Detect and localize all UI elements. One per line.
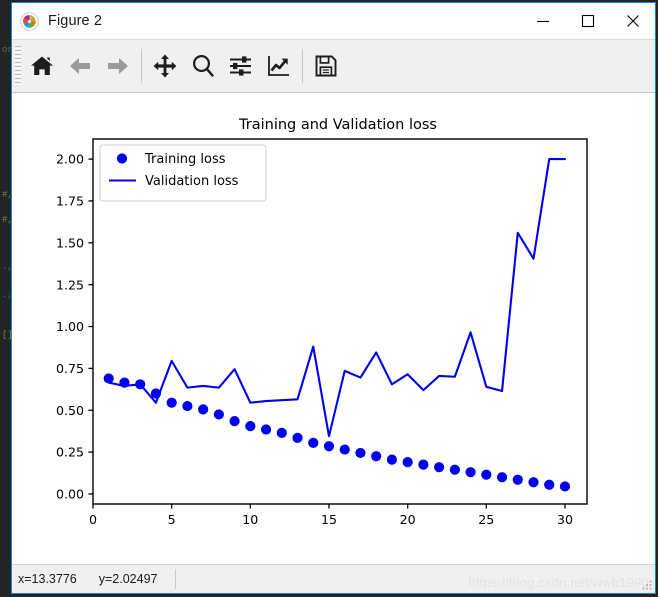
- cursor-y-readout: y=2.02497: [98, 572, 158, 586]
- training-loss-point: [119, 377, 130, 388]
- close-button[interactable]: [610, 3, 655, 39]
- training-loss-point: [339, 444, 350, 455]
- training-loss-point: [559, 481, 571, 492]
- training-loss-point: [402, 457, 413, 468]
- title-bar[interactable]: Figure 2: [12, 3, 655, 39]
- legend-marker-dot: [116, 153, 128, 164]
- training-loss-point: [198, 404, 209, 415]
- y-tick-label: 0.75: [56, 361, 84, 376]
- x-tick-label: 30: [557, 512, 573, 527]
- window-controls: [520, 3, 655, 39]
- matplotlib-logo-icon: [20, 11, 39, 31]
- resize-grip-icon[interactable]: [641, 579, 653, 591]
- training-loss-point: [213, 409, 224, 420]
- navigation-toolbar: [12, 39, 655, 93]
- y-tick-label: 0.50: [56, 403, 84, 418]
- x-tick-label: 5: [168, 512, 176, 527]
- minimize-button[interactable]: [520, 3, 565, 39]
- edit-axis-curve-icon: [268, 56, 289, 76]
- training-loss-point: [276, 427, 287, 438]
- configure-subplots-button[interactable]: [222, 45, 260, 87]
- y-tick-label: 2.00: [56, 152, 84, 167]
- training-loss-point: [371, 451, 382, 462]
- zoom-magnifier-icon: [192, 54, 214, 77]
- training-loss-point: [103, 373, 114, 384]
- figure-window: Figure 2 Training and Validation loss 0.…: [11, 2, 656, 594]
- training-loss-point: [182, 400, 193, 412]
- configure-subplots-icon: [230, 56, 251, 76]
- y-tick-label: 1.25: [56, 277, 84, 292]
- zoom-button[interactable]: [184, 45, 222, 87]
- training-loss-point: [418, 459, 429, 470]
- pan-move-icon: [153, 54, 177, 78]
- matplotlib-axes[interactable]: Training and Validation loss 0.00 0.25 0.5…: [12, 93, 655, 539]
- y-tick-label: 0.00: [56, 487, 84, 502]
- pan-button[interactable]: [146, 45, 184, 87]
- training-loss-point: [260, 424, 272, 435]
- home-button[interactable]: [23, 45, 61, 87]
- training-loss-point: [496, 472, 508, 483]
- training-loss-point: [528, 477, 539, 488]
- training-loss-point: [465, 467, 476, 478]
- training-loss-point: [544, 479, 555, 490]
- legend-label: Training loss: [144, 152, 226, 167]
- x-tick-label: 0: [89, 512, 97, 527]
- window-title: Figure 2: [48, 13, 102, 29]
- training-loss-point: [245, 421, 256, 432]
- y-tick-label: 1.75: [56, 194, 84, 209]
- x-tick-label: 25: [478, 512, 494, 527]
- training-loss-point: [386, 454, 398, 465]
- save-floppy-icon: [315, 55, 337, 77]
- y-tick-label: 1.50: [56, 235, 84, 250]
- toolbar-separator: [302, 49, 303, 83]
- training-loss-point: [229, 416, 240, 427]
- y-tick-label: 1.00: [56, 319, 84, 334]
- y-tick-label: 0.25: [56, 445, 84, 460]
- status-separator: [175, 569, 177, 589]
- close-icon: [626, 15, 639, 27]
- x-axis-ticks: 0 5 10 15 20 25 30: [89, 504, 573, 527]
- training-loss-point: [434, 462, 445, 473]
- training-loss-point: [481, 469, 492, 480]
- training-loss-point: [512, 474, 523, 485]
- toolbar-separator: [141, 49, 142, 83]
- training-loss-point: [308, 437, 319, 448]
- x-tick-label: 20: [400, 512, 416, 527]
- training-loss-point: [150, 388, 162, 399]
- toolbar-drag-grip[interactable]: [15, 46, 21, 86]
- back-button[interactable]: [61, 45, 99, 87]
- training-loss-point: [166, 397, 177, 408]
- legend-label: Validation loss: [145, 174, 239, 189]
- maximize-icon: [581, 14, 594, 28]
- training-loss-point: [449, 464, 460, 475]
- training-loss-point: [355, 447, 366, 459]
- edit-parameters-button[interactable]: [260, 45, 298, 87]
- training-loss-point: [135, 379, 146, 390]
- cursor-x-readout: x=13.3776: [18, 572, 77, 586]
- training-loss-point: [323, 441, 335, 452]
- home-icon: [31, 56, 53, 75]
- back-arrow-icon: [70, 58, 90, 74]
- forward-arrow-icon: [108, 58, 128, 74]
- save-button[interactable]: [307, 45, 345, 87]
- forward-button[interactable]: [99, 45, 137, 87]
- chart-legend: Training loss Validation loss: [99, 144, 267, 202]
- figure-canvas[interactable]: Training and Validation loss 0.00 0.25 0.5…: [12, 93, 655, 564]
- x-tick-label: 10: [242, 512, 258, 527]
- y-axis-ticks: 0.00 0.25 0.50 0.75 1.00 1.25 1.50 1.75 2.00: [56, 152, 93, 502]
- minimize-icon: [536, 20, 549, 23]
- training-loss-point: [292, 432, 303, 443]
- x-tick-label: 15: [321, 512, 337, 527]
- status-bar: x=13.3776 y=2.02497 https://blog.csdn.ne…: [12, 564, 655, 593]
- watermark-text: https://blog.csdn.net/wwb1990: [468, 575, 649, 590]
- maximize-button[interactable]: [565, 3, 610, 39]
- chart-title: Training and Validation loss: [238, 117, 437, 133]
